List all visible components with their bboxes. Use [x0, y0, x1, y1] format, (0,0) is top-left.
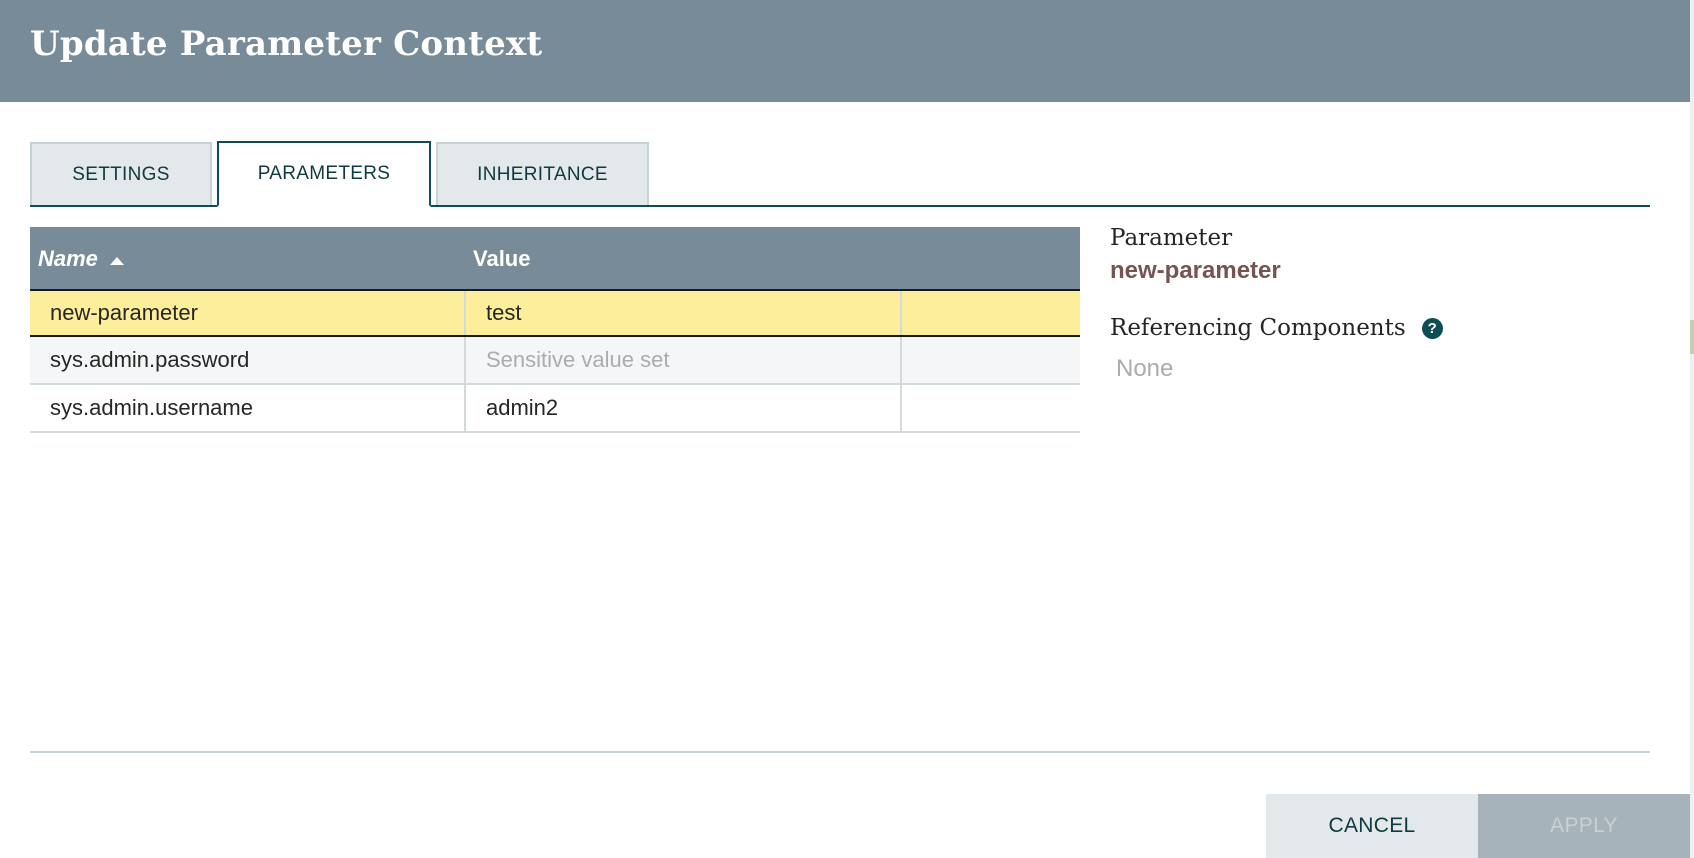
- update-parameter-context-dialog: Update Parameter Context SETTINGS PARAME…: [0, 0, 1690, 858]
- tab-parameters[interactable]: PARAMETERS: [217, 141, 431, 207]
- parameters-table: Name Value new-parameter test sys.admin.…: [30, 227, 1080, 433]
- background-canvas-mark: [1690, 320, 1694, 354]
- parameter-name-cell: sys.admin.username: [30, 385, 466, 431]
- parameter-name-cell: new-parameter: [30, 291, 466, 335]
- tab-settings[interactable]: SETTINGS: [30, 142, 212, 205]
- dialog-header: Update Parameter Context: [0, 0, 1690, 102]
- referencing-components-heading: Referencing Components ?: [1110, 315, 1650, 341]
- table-header: Name Value: [30, 227, 1080, 291]
- parameter-value-cell: test: [466, 291, 902, 335]
- parameter-name-cell: sys.admin.password: [30, 337, 466, 383]
- parameter-details-panel: Parameter new-parameter Referencing Comp…: [1110, 225, 1650, 383]
- parameter-label: Parameter: [1110, 225, 1233, 251]
- dialog-title: Update Parameter Context: [30, 24, 543, 64]
- cancel-button[interactable]: CANCEL: [1266, 794, 1478, 858]
- column-header-name[interactable]: Name: [38, 246, 98, 272]
- background-canvas-edge: [1690, 0, 1694, 858]
- tab-inheritance[interactable]: INHERITANCE: [436, 142, 649, 205]
- tab-bar: SETTINGS PARAMETERS INHERITANCE: [30, 141, 1650, 207]
- table-row[interactable]: sys.admin.password Sensitive value set: [30, 337, 1080, 385]
- question-circle-icon[interactable]: ?: [1421, 317, 1443, 339]
- column-header-value[interactable]: Value: [473, 246, 530, 272]
- referencing-components-label: Referencing Components: [1110, 315, 1406, 341]
- referencing-components-value: None: [1116, 355, 1174, 382]
- parameter-value-cell: Sensitive value set: [466, 337, 902, 383]
- table-row[interactable]: sys.admin.username admin2: [30, 385, 1080, 433]
- parameter-actions-cell: [902, 291, 1080, 335]
- parameter-actions-cell: [902, 385, 1080, 431]
- apply-button[interactable]: APPLY: [1478, 794, 1690, 858]
- parameter-actions-cell: [902, 337, 1080, 383]
- sort-ascending-icon: [110, 257, 124, 265]
- selected-parameter-name: new-parameter: [1110, 257, 1281, 284]
- footer-divider: [30, 751, 1650, 753]
- parameter-value-cell: admin2: [466, 385, 902, 431]
- table-row[interactable]: new-parameter test: [30, 291, 1080, 337]
